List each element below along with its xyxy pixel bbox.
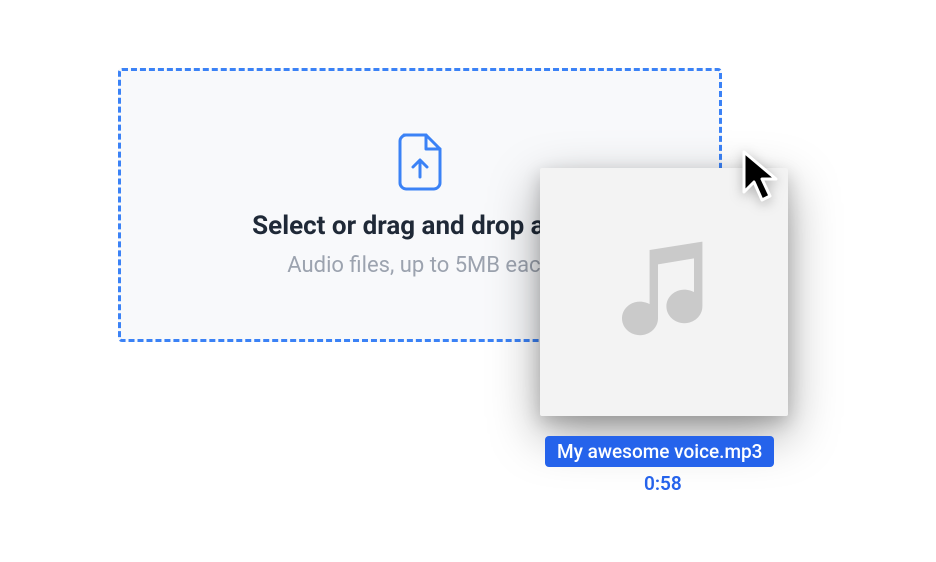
dropzone-title: Select or drag and drop a file <box>252 211 588 241</box>
upload-file-icon <box>396 133 444 191</box>
file-name-label: My awesome voice.mp3 <box>545 436 774 467</box>
file-duration: 0:58 <box>644 472 682 495</box>
cursor-icon <box>738 148 790 206</box>
dropzone-subtitle: Audio files, up to 5MB each <box>287 253 552 278</box>
music-note-icon <box>604 232 724 352</box>
